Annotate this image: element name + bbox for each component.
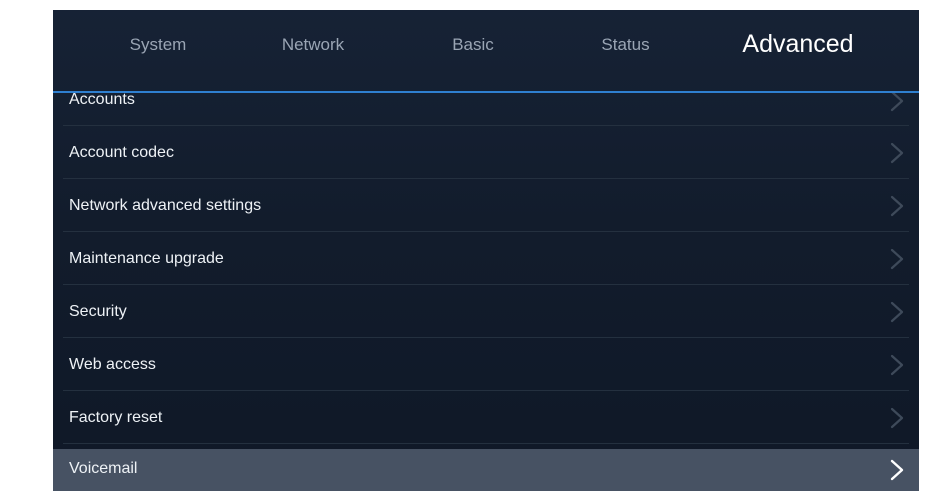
chevron-right-icon (887, 458, 907, 482)
menu-item-label: Factory reset (69, 409, 163, 426)
settings-panel: System Network Basic Status Advanced Acc… (53, 10, 919, 491)
screen: System Network Basic Status Advanced Acc… (0, 0, 951, 491)
tab-system[interactable]: System (103, 10, 213, 80)
chevron-right-icon (887, 406, 907, 430)
tab-status[interactable]: Status (578, 10, 673, 80)
row-divider (63, 337, 909, 338)
tab-network[interactable]: Network (253, 10, 373, 80)
row-divider (63, 231, 909, 232)
advanced-menu-list: Accounts Account codec Network advanced … (53, 93, 919, 491)
chevron-right-icon (887, 353, 907, 377)
row-divider (63, 284, 909, 285)
row-divider (63, 178, 909, 179)
menu-item-web-access[interactable]: Web access (53, 339, 919, 391)
chevron-right-icon (887, 247, 907, 271)
menu-item-label: Account codec (69, 144, 174, 161)
row-divider (63, 443, 909, 444)
menu-item-label: Accounts (69, 93, 135, 108)
chevron-right-icon (887, 300, 907, 324)
chevron-right-icon (887, 93, 907, 113)
menu-item-factory-reset[interactable]: Factory reset (53, 392, 919, 444)
chevron-right-icon (887, 141, 907, 165)
menu-item-accounts[interactable]: Accounts (53, 93, 919, 126)
tab-basic[interactable]: Basic (428, 10, 518, 80)
menu-item-label: Voicemail (69, 460, 138, 477)
menu-item-label: Security (69, 303, 127, 320)
menu-item-label: Maintenance upgrade (69, 250, 224, 267)
chevron-right-icon (887, 194, 907, 218)
row-divider (63, 125, 909, 126)
menu-item-network-advanced-settings[interactable]: Network advanced settings (53, 180, 919, 232)
tab-bar: System Network Basic Status Advanced (53, 10, 919, 93)
tab-advanced[interactable]: Advanced (723, 10, 873, 80)
menu-item-maintenance-upgrade[interactable]: Maintenance upgrade (53, 233, 919, 285)
row-divider (63, 390, 909, 391)
menu-item-security[interactable]: Security (53, 286, 919, 338)
menu-item-label: Web access (69, 356, 156, 373)
menu-item-voicemail[interactable]: Voicemail (53, 449, 919, 491)
menu-item-account-codec[interactable]: Account codec (53, 127, 919, 179)
menu-item-label: Network advanced settings (69, 197, 262, 214)
